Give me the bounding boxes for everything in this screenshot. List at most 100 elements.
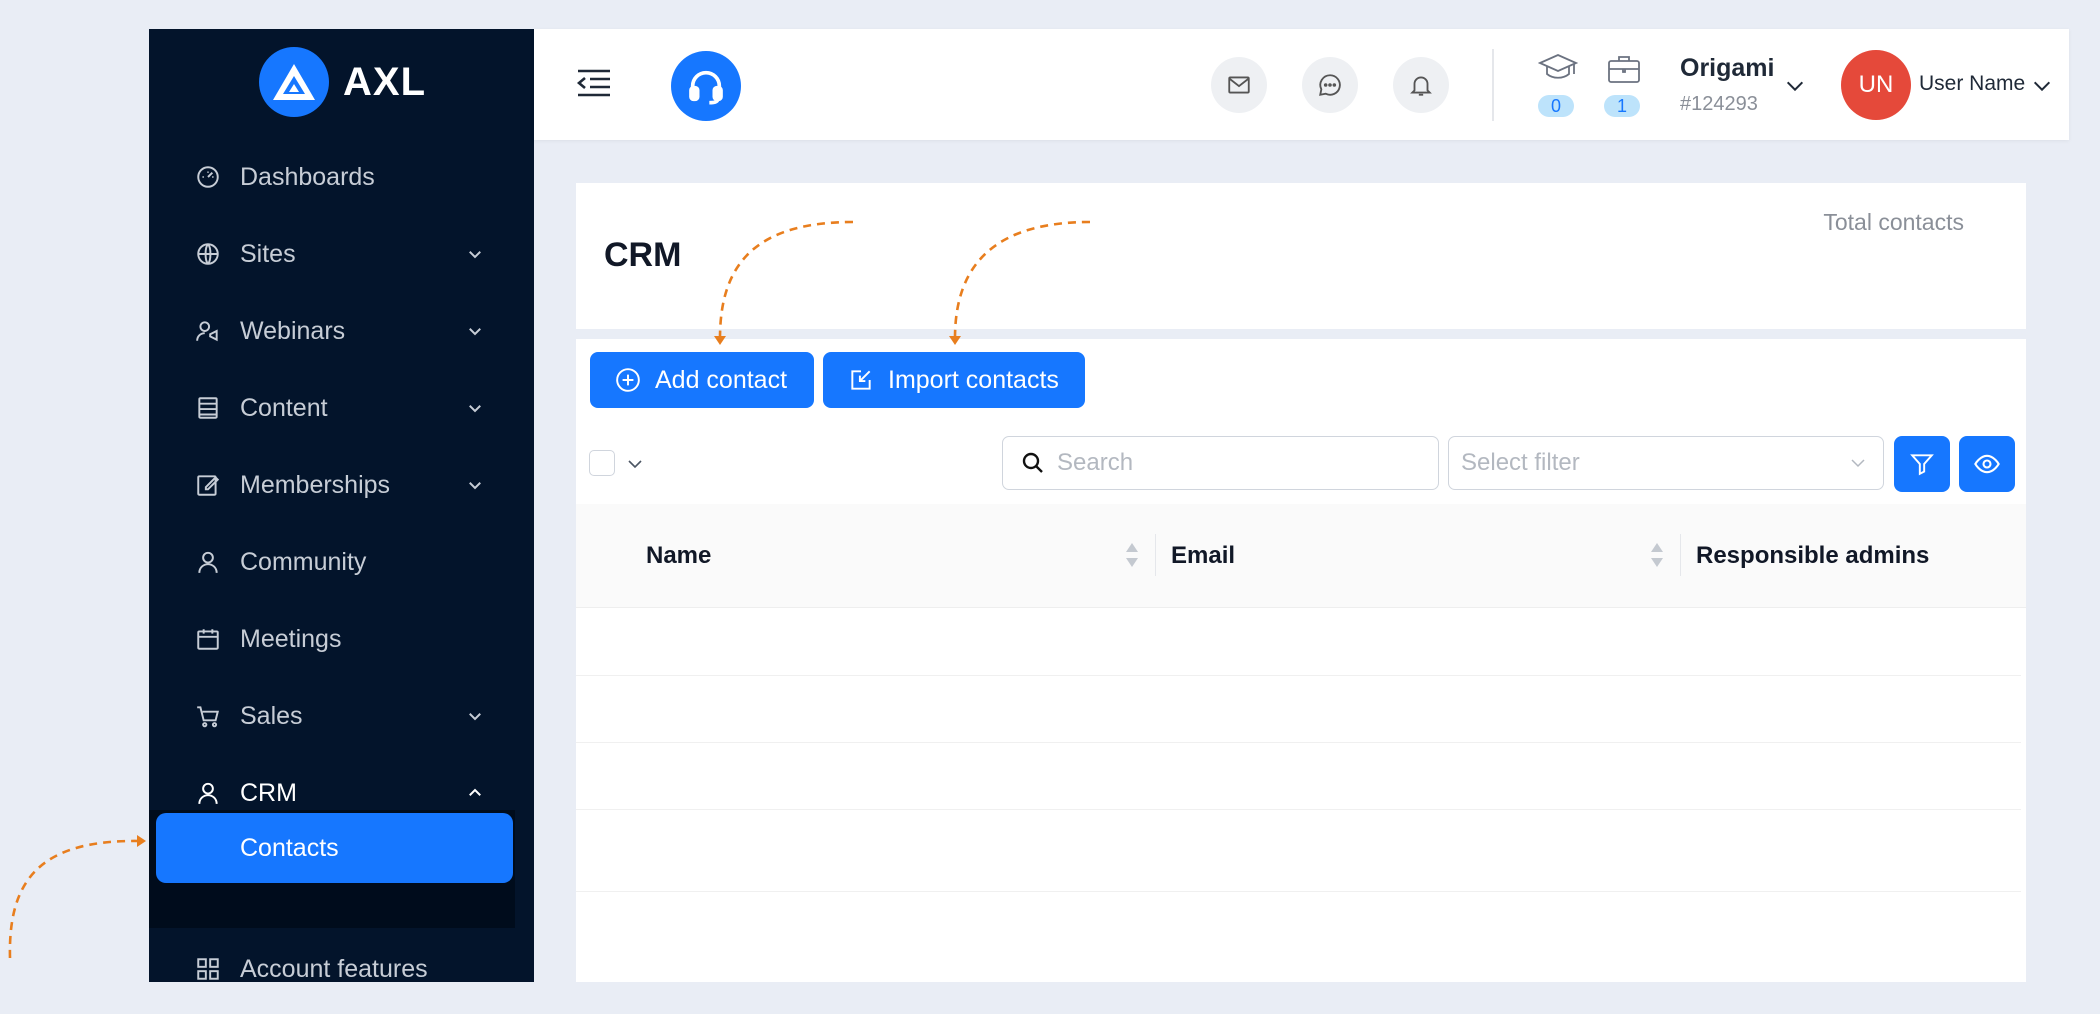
dashboard-icon xyxy=(197,166,219,188)
org-id: #124293 xyxy=(1680,93,1758,115)
logo[interactable]: AXL xyxy=(259,47,426,117)
column-divider xyxy=(1680,534,1681,576)
chevron-down-icon xyxy=(469,328,481,336)
headset-icon xyxy=(689,70,723,105)
edit-icon xyxy=(197,475,220,496)
import-contacts-button[interactable]: Import contacts xyxy=(823,352,1085,408)
sidebar-item-label: CRM xyxy=(240,778,297,807)
table-row xyxy=(576,809,2021,810)
column-divider xyxy=(1155,534,1156,576)
contacts-table-card: Add contact Import contacts Select filte… xyxy=(576,339,2026,982)
menu-fold-button[interactable] xyxy=(574,63,614,103)
graduation-cap-icon xyxy=(1538,54,1578,79)
chevron-down-icon[interactable] xyxy=(2031,75,2053,97)
header-divider xyxy=(1492,49,1494,121)
column-header-name[interactable]: Name xyxy=(646,504,711,607)
calendar-icon xyxy=(197,629,219,650)
add-contact-button[interactable]: Add contact xyxy=(590,352,814,408)
search-input[interactable] xyxy=(1055,448,1419,478)
jobs-count-badge: 1 xyxy=(1604,95,1640,117)
select-all-checkbox[interactable] xyxy=(589,450,615,476)
sidebar-item-sites[interactable]: Sites xyxy=(149,226,534,282)
chevron-down-icon[interactable] xyxy=(1784,75,1806,97)
courses-button[interactable] xyxy=(1538,53,1578,85)
sidebar-subitem-contacts[interactable]: Contacts xyxy=(156,813,513,883)
chevron-down-icon xyxy=(469,405,481,413)
user-name[interactable]: User Name xyxy=(1919,72,2025,96)
sidebar: AXL Dashboards Sites Webinars Content Me… xyxy=(149,29,534,982)
table-row xyxy=(576,742,2021,743)
menu-fold-icon xyxy=(576,69,610,97)
sidebar-subitem-label: Contacts xyxy=(240,833,339,862)
filter-button[interactable] xyxy=(1894,436,1950,492)
import-contacts-label: Import contacts xyxy=(888,365,1059,394)
chat-button[interactable] xyxy=(1302,57,1358,113)
sidebar-item-label: Sites xyxy=(240,239,296,268)
briefcase-icon xyxy=(1608,56,1640,83)
chevron-down-icon xyxy=(469,713,481,721)
column-header-email[interactable]: Email xyxy=(1171,504,1235,607)
sidebar-item-label: Webinars xyxy=(240,316,346,345)
chevron-down-icon xyxy=(469,482,481,490)
table-header: Name Email Responsible admins xyxy=(576,504,2026,608)
page-title: CRM xyxy=(604,236,682,274)
chevron-down-icon xyxy=(469,251,481,259)
sidebar-item-webinars[interactable]: Webinars xyxy=(149,303,534,359)
chevron-down-icon xyxy=(1851,459,1865,468)
plus-circle-icon xyxy=(616,368,640,392)
sidebar-item-meetings[interactable]: Meetings xyxy=(149,611,534,667)
sidebar-item-label: Community xyxy=(240,547,367,576)
total-contacts-label: Total contacts xyxy=(1823,209,1964,235)
bell-icon xyxy=(1410,76,1432,96)
sidebar-item-label: Content xyxy=(240,393,328,422)
add-contact-label: Add contact xyxy=(655,365,788,394)
sidebar-item-label: Dashboards xyxy=(240,162,375,191)
chevron-up-icon xyxy=(469,788,481,796)
chevron-down-icon[interactable] xyxy=(626,455,644,473)
search-icon xyxy=(1022,452,1043,473)
mail-button[interactable] xyxy=(1211,57,1267,113)
grid-icon xyxy=(197,958,219,980)
cart-icon xyxy=(197,706,219,728)
sidebar-item-community[interactable]: Community xyxy=(149,534,534,590)
crm-header-card: CRM Total contacts xyxy=(576,183,2026,329)
user-icon xyxy=(198,551,218,573)
courses-count-badge: 0 xyxy=(1538,95,1574,117)
import-icon xyxy=(851,370,871,390)
content-icon xyxy=(198,397,218,419)
table-row xyxy=(576,675,2021,676)
sidebar-item-label: Meetings xyxy=(240,624,342,653)
user-icon xyxy=(198,782,218,804)
sidebar-item-content[interactable]: Content xyxy=(149,380,534,436)
column-header-responsible-admins[interactable]: Responsible admins xyxy=(1696,504,1929,607)
sidebar-item-label: Sales xyxy=(240,701,303,730)
notifications-button[interactable] xyxy=(1393,57,1449,113)
search-box[interactable] xyxy=(1002,436,1439,490)
top-header: 0 1 Origami #124293 UN User Name xyxy=(534,29,2069,140)
table-row xyxy=(576,891,2021,892)
logo-text: AXL xyxy=(343,59,426,104)
sidebar-item-memberships[interactable]: Memberships xyxy=(149,457,534,513)
avatar[interactable]: UN xyxy=(1841,50,1911,120)
jobs-button[interactable] xyxy=(1604,53,1644,85)
sort-icon[interactable] xyxy=(1124,540,1140,570)
sidebar-item-label: Memberships xyxy=(240,470,391,499)
mail-icon xyxy=(1228,76,1250,94)
sidebar-item-sales[interactable]: Sales xyxy=(149,688,534,744)
support-button[interactable] xyxy=(671,51,741,121)
webinar-icon xyxy=(196,321,218,342)
eye-icon xyxy=(1974,454,2000,474)
filter-select-placeholder: Select filter xyxy=(1461,449,1580,476)
logo-icon xyxy=(259,47,329,117)
sidebar-item-dashboards[interactable]: Dashboards xyxy=(149,149,534,205)
arrow-to-contacts xyxy=(8,839,139,959)
org-name[interactable]: Origami xyxy=(1680,54,1774,83)
chat-icon xyxy=(1319,74,1341,96)
column-visibility-button[interactable] xyxy=(1959,436,2015,492)
sort-icon[interactable] xyxy=(1649,540,1665,570)
filter-icon xyxy=(1910,454,1934,476)
filter-select[interactable]: Select filter xyxy=(1448,436,1884,490)
sidebar-item-account-features[interactable]: Account features xyxy=(149,941,534,982)
sidebar-item-label: Account features xyxy=(240,954,428,983)
globe-icon xyxy=(197,243,219,265)
